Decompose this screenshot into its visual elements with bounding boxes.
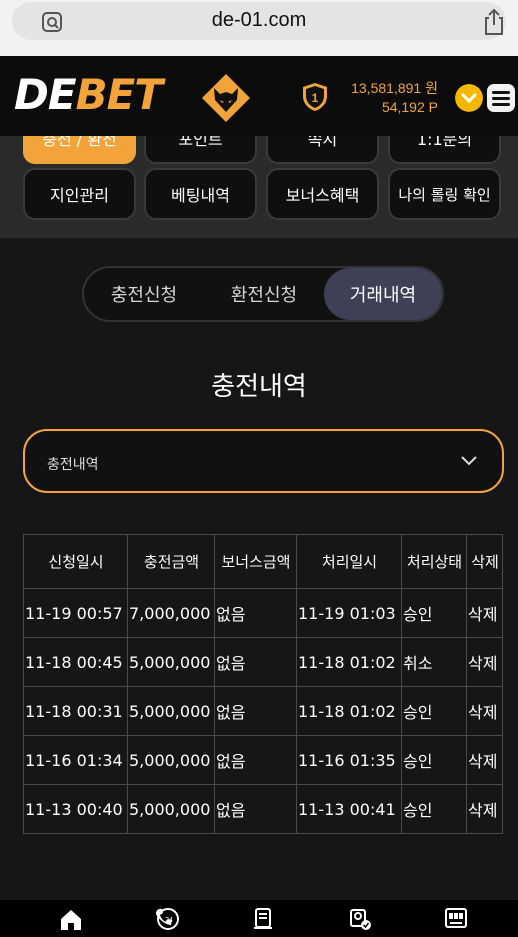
cell-request-time: 11-18 00:45 <box>23 637 128 687</box>
quick-menu: 충전 / 환전 포인트 쪽지 1:1문의 지인관리 베팅내역 보너스혜택 나의 … <box>0 136 518 238</box>
col-bonus-amount: 보너스금액 <box>214 534 297 589</box>
cell-bonus-amount: 없음 <box>214 637 297 687</box>
quick-bet-history[interactable]: 베팅내역 <box>144 168 257 220</box>
tab-exchange-request[interactable]: 환전신청 <box>204 268 324 320</box>
col-process-status: 처리상태 <box>401 534 467 589</box>
share-icon[interactable] <box>482 8 506 36</box>
cell-charge-amount: 5,000,000 <box>127 735 215 785</box>
cell-status: 승인 <box>401 588 467 638</box>
cell-charge-amount: 7,000,000 <box>127 588 215 638</box>
home-icon[interactable] <box>58 906 84 932</box>
point-balance: 54,192 P <box>382 99 438 115</box>
bottom-nav: 24 <box>0 900 518 937</box>
cell-bonus-amount: 없음 <box>214 686 297 736</box>
cell-bonus-amount: 없음 <box>214 588 297 638</box>
quick-message[interactable]: 쪽지 <box>266 136 379 164</box>
money-value: 13,581,891 <box>351 80 422 96</box>
logo-text-de: DE <box>14 70 77 119</box>
tab-transaction-history[interactable]: 거래내역 <box>324 268 442 320</box>
menu-line <box>492 91 510 94</box>
table-row: 11-19 00:57 7,000,000 없음 11-19 01:03 승인 … <box>23 588 503 638</box>
table-row: 11-16 01:34 5,000,000 없음 11-16 01:35 승인 … <box>23 735 503 785</box>
table-row: 11-18 00:31 5,000,000 없음 11-18 01:02 승인 … <box>23 686 503 736</box>
cell-status: 취소 <box>401 637 467 687</box>
bet-history-icon[interactable] <box>347 906 373 932</box>
quick-bonus[interactable]: 보너스혜택 <box>266 168 379 220</box>
quick-charge-exchange[interactable]: 충전 / 환전 <box>23 136 136 164</box>
wolf-icon <box>202 74 250 122</box>
site-logo[interactable]: DEBET <box>14 70 163 119</box>
history-type-select[interactable]: 충전내역 <box>23 429 504 493</box>
cell-charge-amount: 5,000,000 <box>127 637 215 687</box>
delete-button[interactable]: 삭제 <box>466 784 503 834</box>
cell-request-time: 11-16 01:34 <box>23 735 128 785</box>
menu-line <box>492 97 510 100</box>
col-charge-amount: 충전금액 <box>127 534 215 589</box>
quick-referral[interactable]: 지인관리 <box>23 168 136 220</box>
point-unit: P <box>428 99 438 115</box>
history-type-value: 충전내역 <box>47 457 99 473</box>
menu-line <box>492 103 510 106</box>
cell-request-time: 11-13 00:40 <box>23 784 128 834</box>
cell-process-time: 11-18 01:02 <box>296 686 402 736</box>
col-delete: 삭제 <box>466 534 503 589</box>
chevron-down-icon <box>461 456 477 466</box>
table-row: 11-18 00:45 5,000,000 없음 11-18 01:02 취소 … <box>23 637 503 687</box>
live-24-icon[interactable]: 24 <box>154 906 180 932</box>
rank-shield-icon: 1 <box>303 83 327 111</box>
cell-status: 승인 <box>401 784 467 834</box>
cell-status: 승인 <box>401 686 467 736</box>
col-process-time: 처리일시 <box>296 534 402 589</box>
point-value: 54,192 <box>381 99 425 115</box>
delete-button[interactable]: 삭제 <box>466 588 503 638</box>
cell-status: 승인 <box>401 735 467 785</box>
cell-process-time: 11-16 01:35 <box>296 735 402 785</box>
url-text[interactable]: de-01.com <box>12 9 506 32</box>
cell-request-time: 11-19 00:57 <box>23 588 128 638</box>
cell-charge-amount: 5,000,000 <box>127 686 215 736</box>
cell-request-time: 11-18 00:31 <box>23 686 128 736</box>
site-header: DEBET 1 13,581,891 원 54,192 P <box>0 56 518 136</box>
coin-chevron-icon[interactable] <box>455 84 483 112</box>
address-bar[interactable]: de-01.com <box>12 2 506 40</box>
transaction-tabs: 충전신청 환전신청 거래내역 <box>82 266 444 322</box>
cell-bonus-amount: 없음 <box>214 784 297 834</box>
cell-bonus-amount: 없음 <box>214 735 297 785</box>
cell-process-time: 11-19 01:03 <box>296 588 402 638</box>
cell-process-time: 11-18 01:02 <box>296 637 402 687</box>
delete-button[interactable]: 삭제 <box>466 637 503 687</box>
delete-button[interactable]: 삭제 <box>466 735 503 785</box>
quick-inquiry[interactable]: 1:1문의 <box>388 136 501 164</box>
table-header-row: 신청일시 충전금액 보너스금액 처리일시 처리상태 삭제 <box>23 534 503 589</box>
col-request-time: 신청일시 <box>23 534 128 589</box>
svg-text:24: 24 <box>165 917 173 924</box>
betslip-icon[interactable] <box>250 906 276 932</box>
quick-point[interactable]: 포인트 <box>144 136 257 164</box>
browser-bar: de-01.com <box>0 0 518 56</box>
delete-button[interactable]: 삭제 <box>466 686 503 736</box>
hamburger-menu-icon[interactable] <box>487 84 515 112</box>
money-unit: 원 <box>425 80 438 96</box>
quick-rolling[interactable]: 나의 롤링 확인 <box>388 168 501 220</box>
charge-history-table: 신청일시 충전금액 보너스금액 처리일시 처리상태 삭제 11-19 00:57… <box>23 534 503 834</box>
money-balance: 13,581,891 원 <box>351 78 438 98</box>
logo-text-bet: BET <box>75 70 163 119</box>
table-row: 11-13 00:40 5,000,000 없음 11-13 00:41 승인 … <box>23 784 503 834</box>
casino-icon[interactable] <box>443 906 469 932</box>
tab-charge-request[interactable]: 충전신청 <box>84 268 204 320</box>
section-title: 충전내역 <box>211 372 307 402</box>
cell-charge-amount: 5,000,000 <box>127 784 215 834</box>
rank-level: 1 <box>312 91 319 105</box>
cell-process-time: 11-13 00:41 <box>296 784 402 834</box>
